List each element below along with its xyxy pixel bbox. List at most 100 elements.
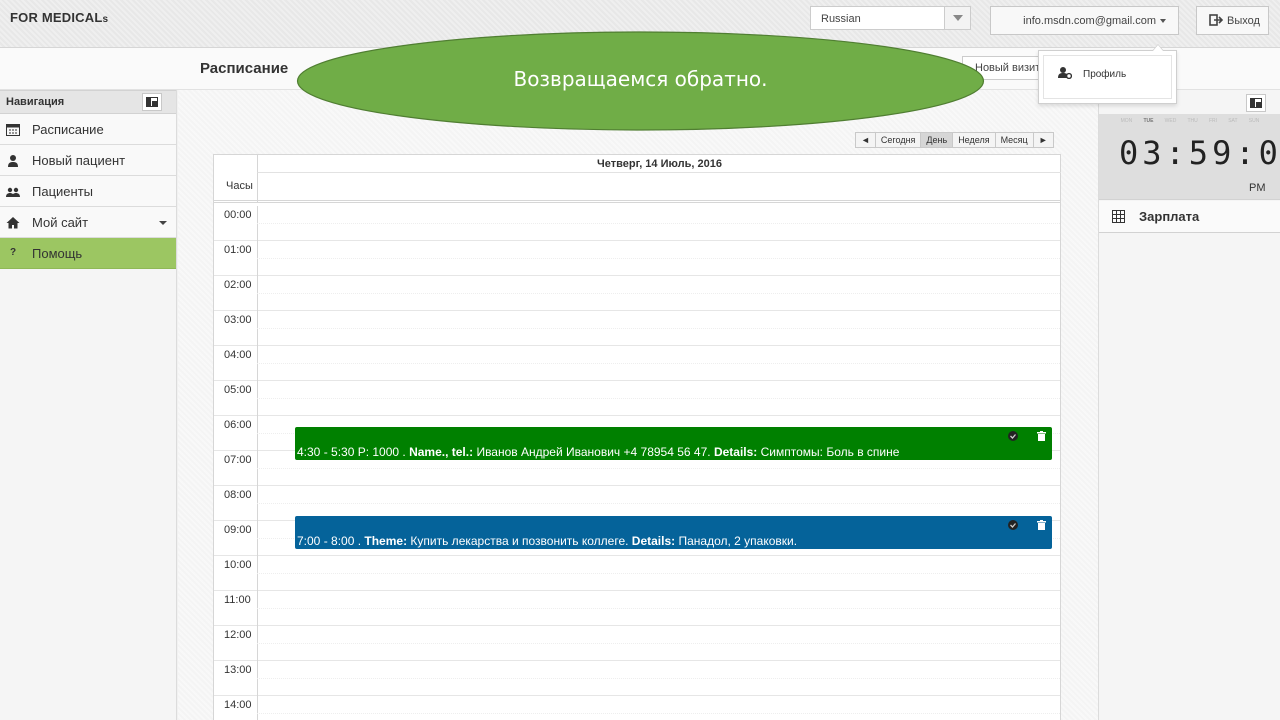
trash-icon[interactable]: [1037, 430, 1046, 441]
hour-label: 08:00: [224, 489, 252, 501]
hour-label: 04:00: [224, 349, 252, 361]
user-icon: [6, 154, 20, 167]
hour-label: 00:00: [224, 209, 252, 221]
right-panel: MON TUE WED THU FRI SAT SUN 03:59:07 PM Зарпла…: [1098, 90, 1280, 720]
home-icon: [6, 216, 20, 229]
sidebar-item-label: Помощь: [32, 246, 83, 261]
weekday-label: FRI: [1208, 118, 1218, 124]
gutter-line: [257, 486, 258, 521]
hour-row[interactable]: 14:00: [214, 696, 1060, 720]
hours-label: Часы: [226, 180, 253, 192]
main-content: ◄ Сегодня День Неделя Месяц ► Четверг, 1…: [178, 90, 1098, 720]
gutter-line: [257, 276, 258, 311]
gutter-line: [257, 661, 258, 696]
salary-label: Зарплата: [1139, 209, 1200, 224]
logout-label: Выход: [1227, 15, 1260, 27]
hour-label: 05:00: [224, 384, 252, 396]
sidebar-title: Навигация: [6, 96, 65, 108]
language-value: Russian: [821, 13, 861, 25]
profile-menu-item[interactable]: Профиль: [1083, 69, 1126, 80]
hour-row[interactable]: 13:00: [214, 661, 1060, 696]
calendar-icon: [6, 123, 20, 136]
weekday-label: THU: [1187, 118, 1198, 124]
week-view-button[interactable]: Неделя: [953, 133, 996, 147]
weekday-label: SUN: [1248, 118, 1260, 124]
gutter-line: [257, 521, 258, 556]
sidebar-item-patients[interactable]: Пациенты: [0, 176, 176, 207]
event-text: 4:30 - 5:30 P: 1000 . Name., tel.: Ивано…: [297, 445, 900, 459]
user-dropdown-menu: Профиль: [1038, 44, 1177, 104]
table-icon: [1112, 210, 1125, 226]
check-icon[interactable]: [1008, 430, 1018, 441]
hour-label: 12:00: [224, 629, 252, 641]
sidebar-item-my-site[interactable]: Мой сайт: [0, 207, 176, 238]
hour-label: 14:00: [224, 699, 252, 711]
gutter-line: [257, 416, 258, 451]
hour-label: 09:00: [224, 524, 252, 536]
gutter-line: [257, 626, 258, 661]
calendar-view-switcher: ◄ Сегодня День Неделя Месяц ►: [855, 132, 1054, 148]
hour-label: 11:00: [224, 594, 251, 606]
caret-down-icon: [1160, 19, 1166, 24]
hour-grid: 00:00 01:00 02:00 03:00 04:00 05:00 06:00 07:00…: [214, 206, 1060, 720]
gutter-line: [257, 556, 258, 591]
next-button[interactable]: ►: [1034, 133, 1053, 147]
sidebar-item-schedule[interactable]: Расписание: [0, 114, 176, 145]
hour-row[interactable]: 11:00: [214, 591, 1060, 626]
gutter-line: [257, 381, 258, 416]
users-icon: [6, 185, 20, 198]
panel-toggle-icon[interactable]: [1246, 94, 1266, 112]
callout-text: Возвращаемся обратно.: [513, 67, 768, 91]
hour-label: 01:00: [224, 244, 252, 256]
hour-row[interactable]: 03:00: [214, 311, 1060, 346]
hour-row[interactable]: 10:00: [214, 556, 1060, 591]
event-text: 7:00 - 8:00 . Theme: Купить лекарства и …: [297, 534, 798, 548]
month-view-button[interactable]: Месяц: [996, 133, 1034, 147]
sidebar-item-label: Новый пациент: [32, 153, 126, 168]
hour-row[interactable]: 01:00: [214, 241, 1060, 276]
hour-row[interactable]: 00:00: [214, 206, 1060, 241]
sidebar-item-label: Расписание: [32, 122, 104, 137]
logout-button[interactable]: Выход: [1196, 6, 1269, 35]
weekday-label: WED: [1164, 118, 1177, 124]
prev-button[interactable]: ◄: [856, 133, 876, 147]
calendar-event[interactable]: 7:00 - 8:00 . Theme: Купить лекарства и …: [295, 516, 1052, 549]
weekday-strip: MON TUE WED THU FRI SAT SUN: [1099, 118, 1280, 124]
hour-label: 13:00: [224, 664, 252, 676]
sidebar-item-new-patient[interactable]: Новый пациент: [0, 145, 176, 176]
sidebar-item-label: Пациенты: [32, 184, 93, 199]
hour-row[interactable]: 04:00: [214, 346, 1060, 381]
chevron-down-icon: [159, 221, 167, 225]
digital-clock: 03:59:07: [1119, 134, 1280, 172]
calendar-event[interactable]: 4:30 - 5:30 P: 1000 . Name., tel.: Ивано…: [295, 427, 1052, 460]
salary-link[interactable]: Зарплата: [1099, 201, 1280, 233]
question-icon: ?: [10, 247, 17, 258]
check-icon[interactable]: [1008, 519, 1018, 530]
user-settings-icon: [1058, 66, 1073, 82]
hour-row[interactable]: 02:00: [214, 276, 1060, 311]
day-view-button[interactable]: День: [921, 133, 954, 147]
calendar-date-header: Четверг, 14 Июль, 2016: [257, 155, 1061, 173]
sidebar-header: Навигация: [0, 90, 176, 114]
gutter-line: [257, 591, 258, 626]
weekday-label: SAT: [1228, 118, 1238, 124]
brand-logo[interactable]: FOR MEDICALs: [10, 10, 108, 25]
trash-icon[interactable]: [1037, 519, 1046, 530]
hour-label: 03:00: [224, 314, 252, 326]
language-select[interactable]: Russian: [810, 6, 971, 30]
hour-label: 06:00: [224, 419, 252, 431]
gutter-line: [257, 451, 258, 486]
weekday-label: TUE: [1143, 118, 1154, 124]
sidebar-toggle-icon[interactable]: [142, 93, 162, 111]
user-menu-button[interactable]: info.msdn.com@gmail.com: [990, 6, 1179, 35]
user-email: info.msdn.com@gmail.com: [1023, 15, 1156, 27]
today-button[interactable]: Сегодня: [876, 133, 922, 147]
chevron-down-icon[interactable]: [944, 7, 970, 29]
hour-row[interactable]: 12:00: [214, 626, 1060, 661]
gutter-line: [257, 696, 258, 720]
hour-row[interactable]: 05:00: [214, 381, 1060, 416]
sidebar-item-help[interactable]: ? Помощь: [0, 238, 176, 269]
day-calendar: Четверг, 14 Июль, 2016 Часы 00:00 01:00 02…: [213, 154, 1061, 720]
weekday-label: MON: [1120, 118, 1133, 124]
sidebar-item-label: Мой сайт: [32, 215, 89, 230]
